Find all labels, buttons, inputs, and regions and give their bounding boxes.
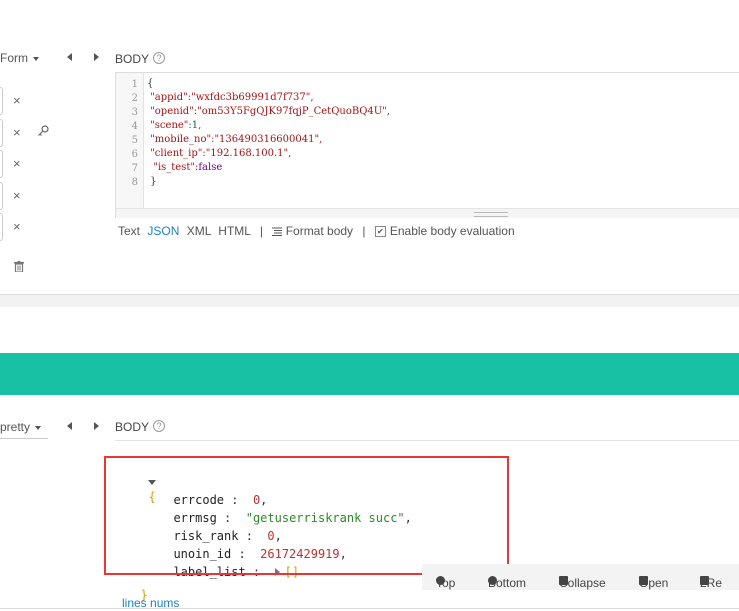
request-body-title: BODY? <box>115 52 166 66</box>
response-divider <box>115 440 739 441</box>
editor-gutter: 1 2 3 4 5 6 7 8 <box>116 73 144 208</box>
enable-eval-toggle[interactable]: ✔ Enable body evaluation <box>374 224 515 238</box>
format-body-button[interactable]: Format body <box>272 224 356 238</box>
panel-gap <box>0 295 739 307</box>
request-body-editor[interactable]: 1 2 3 4 5 6 7 8 { "appid":"wxfdc3b69991d… <box>115 72 739 218</box>
highlight-box <box>104 456 509 575</box>
response-body-title: BODY? <box>115 420 166 434</box>
line-number: 2 <box>131 93 138 104</box>
format-option-text[interactable]: Text <box>118 224 140 238</box>
trash-icon[interactable] <box>14 259 24 273</box>
form-field-1[interactable] <box>0 87 3 115</box>
chevron-right-icon[interactable] <box>94 53 99 61</box>
separator: | <box>362 224 366 238</box>
line-number: 1 <box>131 79 138 90</box>
line-number: 6 <box>131 149 138 160</box>
chevron-left-icon[interactable] <box>67 422 72 430</box>
code-line: "scene":1, <box>150 120 202 131</box>
grip-icon <box>474 212 508 217</box>
separator: | <box>259 224 263 238</box>
close-icon[interactable]: × <box>13 125 21 140</box>
format-body-label: Format body <box>285 224 354 238</box>
body-format-options: Text JSON XML HTML | Format body | ✔ Enab… <box>118 224 515 238</box>
response-header-band <box>0 353 739 395</box>
form-field-5[interactable] <box>0 213 3 241</box>
code-line: "openid":"om53Y5FgQJK97fqjP_CetQuoBQ4U", <box>150 106 390 117</box>
close-icon[interactable]: × <box>13 188 21 203</box>
response-body-label: BODY <box>115 420 150 434</box>
enable-eval-label: Enable body evaluation <box>389 224 515 238</box>
help-icon[interactable]: ? <box>153 420 166 432</box>
line-number: 7 <box>131 163 138 174</box>
line-number: 4 <box>131 121 138 132</box>
line-number: 5 <box>131 135 138 146</box>
response-select-underline <box>0 438 48 439</box>
align-left-icon <box>272 225 283 236</box>
form-field-2[interactable] <box>0 119 3 147</box>
checkbox-checked-icon[interactable]: ✔ <box>374 226 386 238</box>
format-option-html[interactable]: HTML <box>218 224 250 238</box>
close-icon[interactable]: × <box>13 93 21 108</box>
form-field-4[interactable] <box>0 182 3 210</box>
bottom-divider <box>0 608 739 609</box>
code-line: "appid":"wxfdc3b69991d7f737", <box>150 92 314 103</box>
code-line: } <box>147 176 157 187</box>
code-line: "is_test":false <box>153 162 223 173</box>
body-type-select-value: Form <box>0 51 28 65</box>
code-line: { <box>147 78 154 89</box>
line-number: 3 <box>131 107 138 118</box>
editor-resize-handle[interactable] <box>116 208 739 218</box>
key-icon[interactable] <box>37 124 49 136</box>
format-option-json[interactable]: JSON <box>147 224 179 238</box>
form-field-3[interactable] <box>0 150 3 178</box>
close-icon[interactable]: × <box>13 219 21 234</box>
chevron-down-icon <box>35 425 42 430</box>
request-body-label: BODY <box>115 52 150 66</box>
chevron-left-icon[interactable] <box>67 53 72 61</box>
body-type-select[interactable]: Form <box>0 51 39 65</box>
close-icon[interactable]: × <box>13 156 21 171</box>
code-line: "mobile_no":"136490316600041", <box>150 134 323 145</box>
response-view-select-value: pretty <box>0 420 31 434</box>
code-line: "client_ip":"192.168.100.1", <box>150 148 292 159</box>
help-icon[interactable]: ? <box>153 52 166 64</box>
format-option-xml[interactable]: XML <box>187 224 211 238</box>
response-view-select[interactable]: pretty <box>0 420 42 434</box>
chevron-right-icon[interactable] <box>94 422 99 430</box>
chevron-down-icon <box>33 56 39 61</box>
response-toolbar: Top Bottom Collapse Open 2Re <box>422 564 739 590</box>
line-number: 8 <box>131 177 138 188</box>
